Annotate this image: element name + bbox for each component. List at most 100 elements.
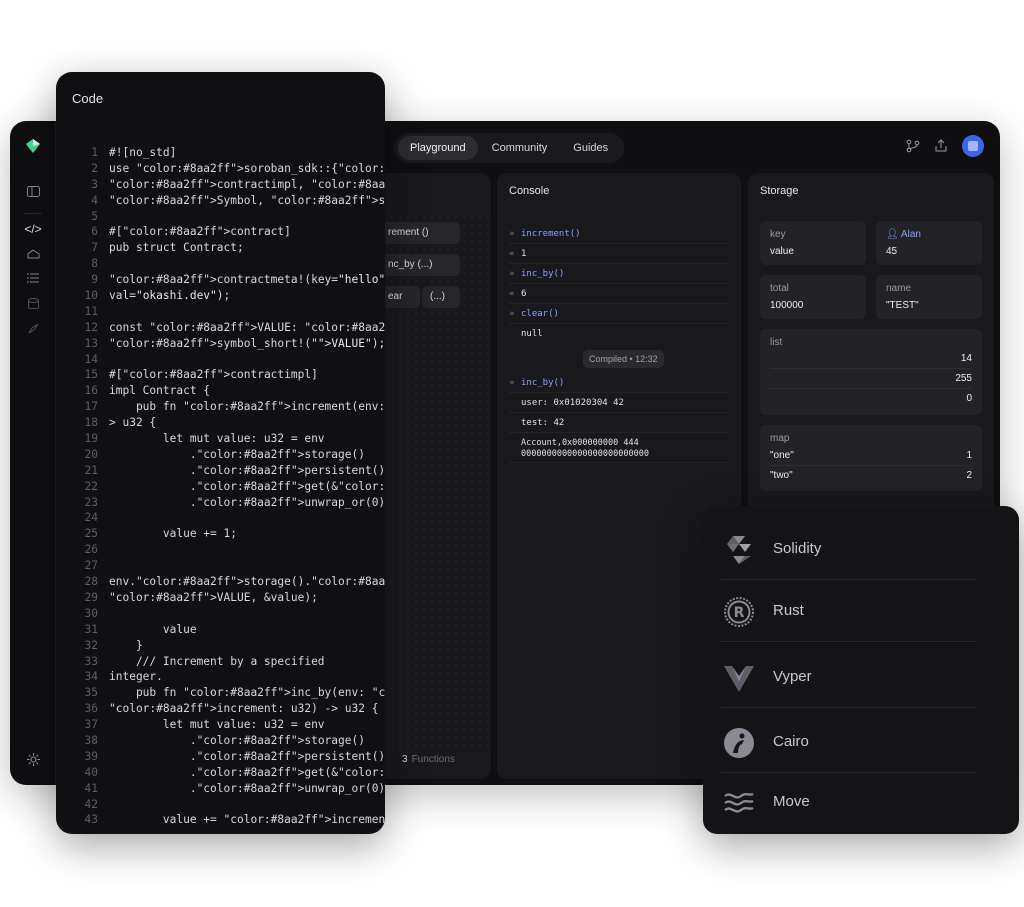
code-line: 19 let mut value: u32 = env	[84, 432, 325, 446]
solidity-icon	[727, 536, 751, 564]
code-line: 1 #![no_std]	[91, 146, 177, 159]
code-line: 31 value	[84, 622, 197, 636]
code-line: 20 ."color:#8aa2ff">storage()	[84, 447, 365, 461]
code-line: 12 const "color:#8aa2ff">VALUE: "color:#8…	[84, 320, 385, 334]
code-line: 15 #["color:#8aa2ff">contractimpl]	[84, 368, 318, 382]
console-line: «6	[509, 284, 729, 304]
language-vyper[interactable]: Vyper	[721, 646, 977, 708]
code-icon[interactable]: </>	[24, 221, 41, 237]
code-line: 29 "color:#8aa2ff">VALUE, &value);	[84, 590, 318, 604]
code-editor[interactable]: 1 #![no_std] 2 use "color:#8aa2ff">soroban_…	[72, 145, 385, 828]
settings-icon[interactable]	[25, 751, 41, 767]
code-line: 39 ."color:#8aa2ff">persistent()	[84, 749, 385, 763]
list-icon[interactable]	[25, 270, 41, 286]
avatar[interactable]	[962, 135, 984, 157]
branch-icon[interactable]	[906, 139, 920, 153]
code-line: 23 ."color:#8aa2ff">unwrap_or(0);	[84, 495, 385, 509]
code-line: 17 pub fn "color:#8aa2ff">increment(env:…	[84, 400, 385, 414]
console-line: » clear()	[509, 304, 729, 324]
code-line: 34 integer.	[84, 670, 163, 684]
code-line: 40 ."color:#8aa2ff">get(&"color:#8aa2ff"…	[84, 765, 385, 779]
code-line: 13 "color:#8aa2ff">symbol_short!("">VALUE…	[84, 336, 385, 350]
function-inc-by-button[interactable]: nc_by (...)	[380, 254, 460, 276]
code-line: 18 > u32 {	[84, 416, 157, 430]
console-line: test: 42	[509, 413, 729, 433]
function-args-button[interactable]: (...)	[422, 286, 460, 308]
move-icon	[724, 792, 754, 813]
storage-card-list: list 14 255 0	[760, 329, 982, 415]
code-title: Code	[72, 91, 104, 106]
console-line: Account,0x000000000 444 00000000000000000…	[509, 433, 729, 463]
top-right-actions	[906, 135, 984, 157]
code-line: 6 #["color:#8aa2ff">contract]	[91, 225, 291, 239]
code-line: 37 let mut value: u32 = env	[84, 718, 325, 732]
user-icon: 👤︎ Alan	[886, 229, 921, 240]
language-move[interactable]: Move	[721, 771, 977, 833]
console-line: user: 0x01020304 42	[509, 393, 729, 413]
code-line: 25 value += 1;	[84, 527, 237, 541]
code-line: 21 ."color:#8aa2ff">persistent()	[84, 463, 385, 477]
function-increment-button[interactable]: rement ()	[380, 222, 460, 244]
code-line: 14	[84, 352, 98, 366]
console-line: » inc_by()	[509, 373, 729, 393]
tab-playground[interactable]: Playground	[398, 136, 478, 160]
code-line: 36 "color:#8aa2ff">increment: u32) -> u32…	[84, 702, 379, 716]
code-line: 41 ."color:#8aa2ff">unwrap_or(0);	[84, 781, 385, 795]
code-line: 27	[84, 559, 98, 573]
code-line: 28 env."color:#8aa2ff">storage()."color:#…	[84, 575, 385, 589]
console-line: null	[521, 329, 543, 339]
cairo-icon	[724, 728, 754, 758]
share-icon[interactable]	[934, 139, 948, 153]
storage-card-total: total 100000	[760, 275, 866, 319]
database-icon[interactable]	[25, 296, 41, 312]
sidebar: </>	[10, 121, 56, 785]
code-line: 42	[84, 797, 98, 811]
code-line: 22 ."color:#8aa2ff">get(&"color:#8aa2ff"…	[84, 479, 385, 493]
code-line: 30	[84, 606, 98, 620]
code-line: 16 impl Contract {	[84, 384, 211, 398]
storage-card-key: key value	[760, 221, 866, 265]
language-solidity[interactable]: Solidity	[721, 518, 977, 580]
code-line: 43 value += "color:#8aa2ff">increment;	[84, 813, 385, 827]
code-line: 11	[84, 304, 98, 318]
tab-community[interactable]: Community	[480, 136, 560, 160]
code-line: 24	[84, 511, 98, 525]
storage-title: Storage	[760, 185, 799, 197]
rocket-icon[interactable]	[25, 321, 41, 337]
code-line: 7 pub struct Contract;	[91, 241, 244, 255]
code-line: 2 use "color:#8aa2ff">soroban_sdk::{"colo…	[91, 161, 385, 175]
console-line: «1	[509, 244, 729, 264]
storage-card-name: name "TEST"	[876, 275, 982, 319]
code-line: 33 /// Increment by a specified	[84, 654, 325, 668]
vyper-icon	[724, 666, 754, 692]
language-cairo[interactable]: Cairo	[721, 711, 977, 773]
function-clear-button[interactable]: ear	[380, 286, 420, 308]
code-line: 26	[84, 543, 98, 557]
console-line: » increment()	[509, 224, 729, 244]
language-rust[interactable]: R Rust	[721, 580, 977, 642]
storage-card-user: 👤︎ Alan 45	[876, 221, 982, 265]
code-line: 9 "color:#8aa2ff">contractmeta!(key="hell…	[91, 273, 385, 287]
code-window: Code 1 #![no_std] 2 use "color:#8aa2ff">sor…	[56, 72, 385, 834]
rust-icon: R	[724, 597, 754, 627]
app-logo	[26, 139, 40, 153]
compiled-badge: Compiled • 12:32	[583, 350, 664, 368]
console-title: Console	[509, 185, 550, 197]
code-line: 8	[91, 257, 98, 271]
console-line: » inc_by()	[509, 264, 729, 284]
deploy-icon[interactable]	[25, 245, 41, 261]
svg-text:R: R	[734, 605, 745, 621]
code-line: 32 }	[84, 638, 143, 652]
tab-guides[interactable]: Guides	[561, 136, 620, 160]
code-line: 38 ."color:#8aa2ff">storage()	[84, 733, 365, 747]
code-line: 3 "color:#8aa2ff">contractimpl, "color:#8…	[91, 177, 385, 191]
languages-window: Solidity R Rust Vyper Cairo Move	[703, 506, 1019, 834]
code-line: 4 "color:#8aa2ff">Symbol, "color:#8aa2ff"…	[91, 193, 385, 207]
main-tabs: Playground Community Guides	[394, 133, 625, 163]
code-line: 5	[91, 209, 98, 223]
panel-icon[interactable]	[25, 183, 41, 199]
code-line: 10 val="okashi.dev");	[84, 289, 231, 303]
function-count: 3 Functions	[402, 754, 455, 765]
storage-card-map: map "one" 1 "two" 2	[760, 425, 982, 491]
code-line: 35 pub fn "color:#8aa2ff">inc_by(env: "c…	[84, 686, 385, 700]
